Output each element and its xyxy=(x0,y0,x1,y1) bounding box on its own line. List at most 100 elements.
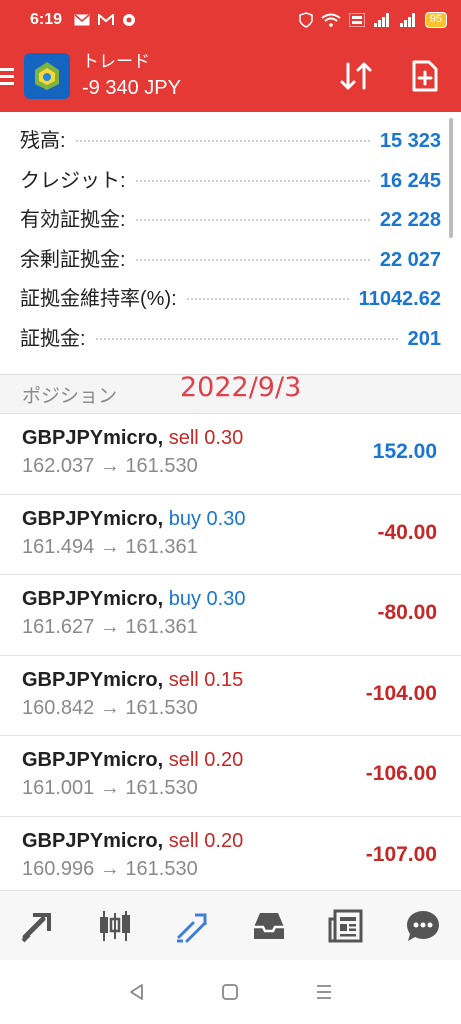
summary-label: 残高: xyxy=(20,130,66,152)
status-time: 6:19 xyxy=(30,11,63,28)
summary-value: 15 323 xyxy=(379,130,441,152)
sort-icon[interactable] xyxy=(339,60,373,92)
dot-leader xyxy=(186,298,349,300)
summary-value: 22 228 xyxy=(379,209,441,231)
summary-value: 11042.62 xyxy=(358,288,441,310)
back-button[interactable] xyxy=(123,978,151,1006)
summary-value: 201 xyxy=(407,327,441,350)
position-side: buy 0.30 xyxy=(168,507,246,530)
position-side: sell 0.30 xyxy=(168,427,244,449)
position-title: GBPJPYmicro, sell 0.15 xyxy=(22,669,243,692)
news-icon xyxy=(328,909,363,942)
position-title: GBPJPYmicro, buy 0.30 xyxy=(22,588,245,611)
signal-icon-1 xyxy=(373,13,389,27)
nav-chat[interactable] xyxy=(399,902,447,950)
summary-value: 22 027 xyxy=(379,248,441,271)
volte-icon xyxy=(348,13,365,27)
nav-news[interactable] xyxy=(322,902,370,950)
quotes-icon xyxy=(21,912,52,942)
position-profit: -107.00 xyxy=(365,842,437,866)
position-symbol: GBPJPYmicro, xyxy=(22,507,164,530)
summary-label: 証拠金維持率(%): xyxy=(20,288,177,310)
wifi-icon xyxy=(321,13,341,27)
summary-row: 余剰証拠金: 22 027 xyxy=(20,243,441,283)
position-row[interactable]: GBPJPYmicro, sell 0.30 162.037 → 161.530 1… xyxy=(0,414,461,495)
menu-icon[interactable] xyxy=(0,67,16,85)
summary-row: 証拠金: 201 xyxy=(20,322,441,362)
header-text: トレード -9 340 JPY xyxy=(82,51,181,101)
position-title: GBPJPYmicro, sell 0.30 xyxy=(22,427,243,450)
position-row[interactable]: GBPJPYmicro, buy 0.30 161.494 → 161.361 -4… xyxy=(0,495,461,575)
position-prices: 162.037 → 161.530 xyxy=(22,455,198,477)
position-title: GBPJPYmicro, sell 0.20 xyxy=(22,749,243,772)
app-notification-icon xyxy=(123,14,136,26)
dot-leader xyxy=(135,258,370,261)
position-profit: -106.00 xyxy=(365,762,437,785)
position-profit: -80.00 xyxy=(377,601,437,624)
summary-row: 残高: 15 323 xyxy=(20,124,441,164)
position-prices: 161.001 → 161.530 xyxy=(22,777,198,799)
notification-icons xyxy=(74,13,136,27)
position-row[interactable]: GBPJPYmicro, sell 0.20 161.001 → 161.530 -… xyxy=(0,736,461,817)
position-side: sell 0.20 xyxy=(168,829,244,852)
summary-label: 有効証拠金: xyxy=(20,209,126,231)
nav-charts[interactable] xyxy=(91,902,139,950)
vpn-icon xyxy=(299,12,313,28)
new-order-icon[interactable] xyxy=(411,59,439,93)
position-profit: -104.00 xyxy=(365,681,437,705)
position-prices: 160.996 → 161.530 xyxy=(22,857,198,880)
nav-history[interactable] xyxy=(245,902,293,950)
position-title: GBPJPYmicro, buy 0.30 xyxy=(22,508,245,531)
home-icon xyxy=(222,984,239,1000)
mail-icon xyxy=(74,14,90,26)
dot-leader xyxy=(135,179,370,182)
scrollbar[interactable] xyxy=(449,118,453,238)
dot-leader xyxy=(95,337,398,340)
chart-icon xyxy=(100,910,131,941)
position-row[interactable]: GBPJPYmicro, sell 0.15 160.842 → 161.530 -… xyxy=(0,656,461,736)
position-symbol: GBPJPYmicro, xyxy=(22,668,164,691)
summary-value: 16 245 xyxy=(379,169,441,192)
summary-label: 証拠金: xyxy=(20,327,86,350)
summary-row: クレジット: 16 245 xyxy=(20,164,441,204)
position-profit: -40.00 xyxy=(377,520,437,544)
back-icon xyxy=(129,984,143,1000)
history-icon xyxy=(253,912,284,939)
status-bar: 6:19 95 xyxy=(0,0,461,40)
position-profit: 152.00 xyxy=(372,440,437,463)
dot-leader xyxy=(75,140,370,142)
trade-icon xyxy=(177,913,207,942)
position-symbol: GBPJPYmicro, xyxy=(22,749,164,771)
position-row[interactable]: GBPJPYmicro, sell 0.20 160.996 → 161.530 -… xyxy=(0,817,461,897)
bottom-nav xyxy=(0,890,461,960)
battery-indicator: 95 xyxy=(424,12,447,28)
summary-row: 有効証拠金: 22 228 xyxy=(20,203,441,243)
nav-quotes[interactable] xyxy=(14,902,62,950)
positions-list: GBPJPYmicro, sell 0.30 162.037 → 161.530 1… xyxy=(0,414,461,897)
summary-label: 余剰証拠金: xyxy=(20,248,126,271)
position-side: sell 0.15 xyxy=(168,668,244,691)
total-profit: -9 340 JPY xyxy=(82,77,181,99)
position-side: sell 0.20 xyxy=(168,749,244,771)
home-button[interactable] xyxy=(216,978,244,1006)
position-symbol: GBPJPYmicro, xyxy=(22,427,164,449)
position-prices: 161.494 → 161.361 xyxy=(22,535,198,558)
chat-icon xyxy=(406,910,439,941)
account-summary: 残高: 15 323 クレジット: 16 245 有効証拠金: 22 228 余剰証拠金: 2… xyxy=(0,112,461,374)
position-symbol: GBPJPYmicro, xyxy=(22,829,164,852)
position-side: buy 0.30 xyxy=(168,588,246,610)
app-header: トレード -9 340 JPY xyxy=(0,40,461,112)
system-status-icons: 95 xyxy=(299,12,447,28)
recents-button[interactable] xyxy=(310,978,338,1006)
position-prices: 161.627 → 161.361 xyxy=(22,616,198,638)
date-annotation: 2022/9/3 xyxy=(180,372,302,403)
recents-icon xyxy=(317,985,332,999)
gmail-icon xyxy=(98,14,115,25)
position-prices: 160.842 → 161.530 xyxy=(22,696,198,719)
app-logo xyxy=(24,53,70,99)
positions-title: ポジション xyxy=(22,385,118,407)
position-row[interactable]: GBPJPYmicro, buy 0.30 161.627 → 161.361 -8… xyxy=(0,575,461,656)
signal-icon-2 xyxy=(399,13,415,27)
position-symbol: GBPJPYmicro, xyxy=(22,588,164,610)
nav-trade[interactable] xyxy=(168,902,216,950)
